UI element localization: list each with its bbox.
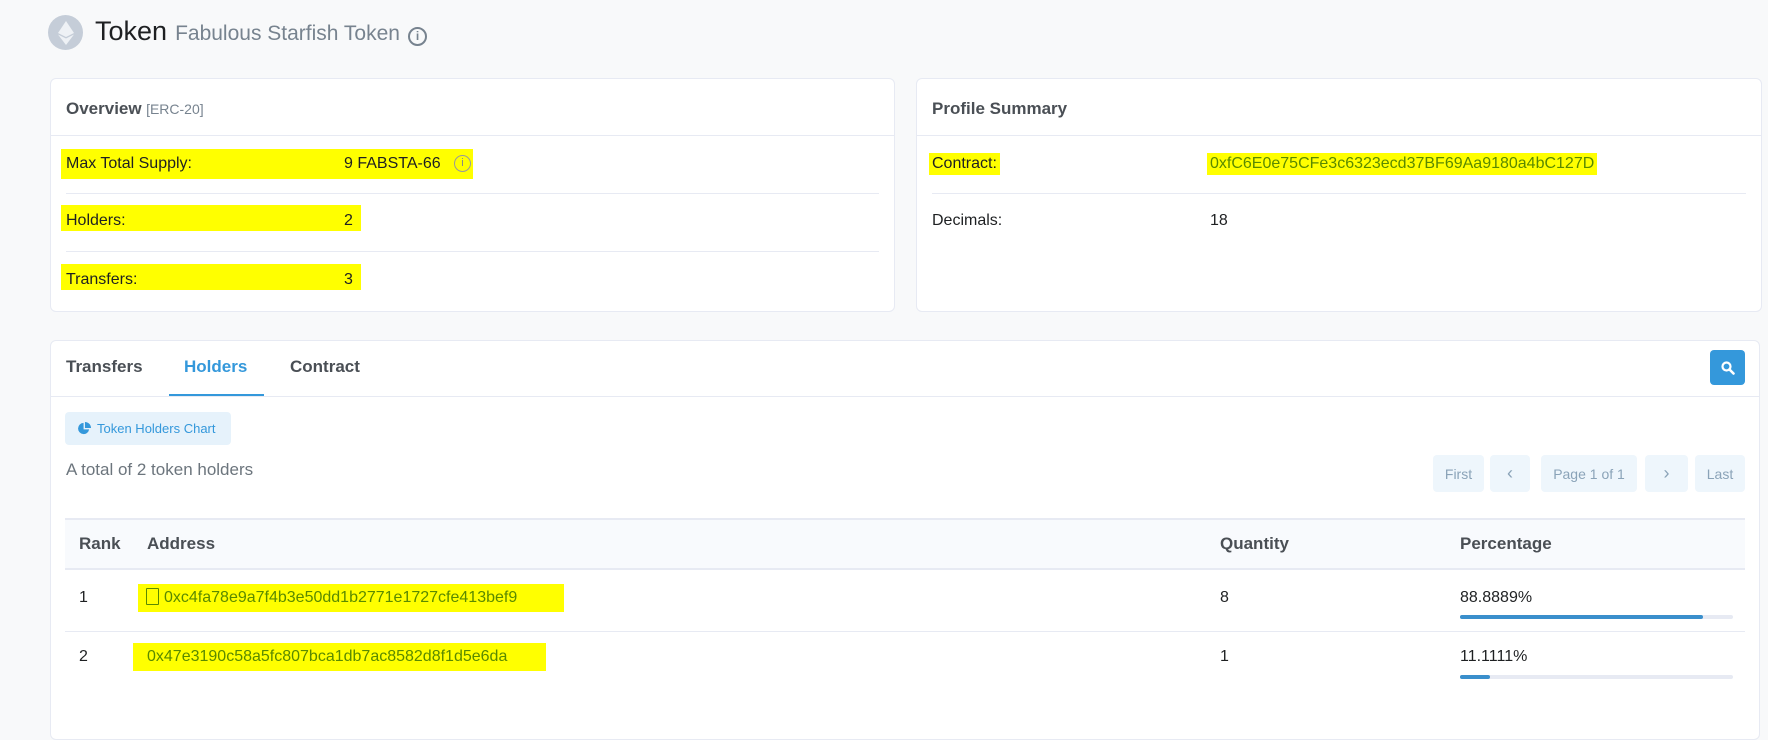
- token-holders-chart-button[interactable]: Token Holders Chart: [65, 412, 231, 445]
- decimals-value: 18: [1210, 212, 1228, 229]
- col-address: Address: [147, 534, 216, 553]
- transfers-label: Transfers:: [66, 271, 138, 288]
- token-logo: [48, 15, 83, 50]
- page-title: Token: [95, 16, 168, 46]
- percentage-bar: [1460, 615, 1733, 619]
- chart-button-label: Token Holders Chart: [97, 421, 216, 436]
- holders-label: Holders:: [66, 212, 126, 229]
- info-icon[interactable]: i: [407, 27, 427, 46]
- transfers-value: 3: [344, 271, 353, 288]
- contract-file-icon: [146, 588, 159, 605]
- overview-card: Overview [ERC-20] Max Total Supply: 9 FA…: [50, 78, 895, 312]
- contract-label: Contract:: [929, 153, 1000, 175]
- ethereum-icon: [57, 20, 74, 45]
- search-icon: [1720, 360, 1735, 375]
- tab-holders[interactable]: Holders: [184, 357, 247, 377]
- quantity: 8: [1220, 589, 1229, 606]
- rank: 1: [79, 589, 88, 606]
- col-percentage: Percentage: [1460, 534, 1552, 553]
- holder-address-link[interactable]: 0xc4fa78e9a7f4b3e50dd1b2771e1727cfe413be…: [164, 589, 518, 607]
- percentage: 11.1111%: [1460, 648, 1528, 665]
- tab-contract[interactable]: Contract: [290, 357, 360, 377]
- profile-title: Profile Summary: [932, 99, 1068, 118]
- pagination-last[interactable]: Last: [1695, 455, 1745, 492]
- decimals-label: Decimals:: [932, 212, 1003, 229]
- holders-value: 2: [344, 212, 353, 229]
- total-holders-text: A total of 2 token holders: [66, 460, 254, 479]
- max-supply-value: 9 FABSTA-66: [344, 155, 441, 172]
- token-name: Fabulous Starfish Token: [175, 22, 400, 45]
- contract-address-link[interactable]: 0xfC6E0e75CFe3c6323ecd37BF69Aa9180a4bC12…: [1207, 153, 1598, 175]
- pie-chart-icon: [78, 422, 91, 435]
- active-tab-indicator: [169, 394, 264, 396]
- supply-info-icon[interactable]: i: [454, 155, 471, 172]
- token-standard: [ERC-20]: [146, 101, 204, 117]
- tab-transfers[interactable]: Transfers: [66, 357, 143, 377]
- quantity: 1: [1220, 648, 1229, 665]
- pagination-next[interactable]: ›: [1645, 455, 1688, 492]
- holder-address-link[interactable]: 0x47e3190c58a5fc807bca1db7ac8582d8f1d5e6…: [147, 648, 508, 666]
- percentage: 88.8889%: [1460, 589, 1533, 606]
- rank: 2: [79, 648, 88, 665]
- percentage-bar: [1460, 675, 1733, 679]
- col-rank: Rank: [79, 534, 121, 553]
- pagination-first[interactable]: First: [1433, 455, 1484, 492]
- col-quantity: Quantity: [1220, 534, 1289, 553]
- pagination-prev[interactable]: ‹: [1490, 455, 1530, 492]
- overview-title: Overview: [66, 99, 142, 118]
- profile-summary-card: Profile Summary Contract: 0xfC6E0e75CFe3…: [916, 78, 1762, 312]
- search-button[interactable]: [1710, 350, 1745, 385]
- max-supply-label: Max Total Supply:: [66, 155, 192, 172]
- pagination-page-indicator: Page 1 of 1: [1541, 455, 1637, 492]
